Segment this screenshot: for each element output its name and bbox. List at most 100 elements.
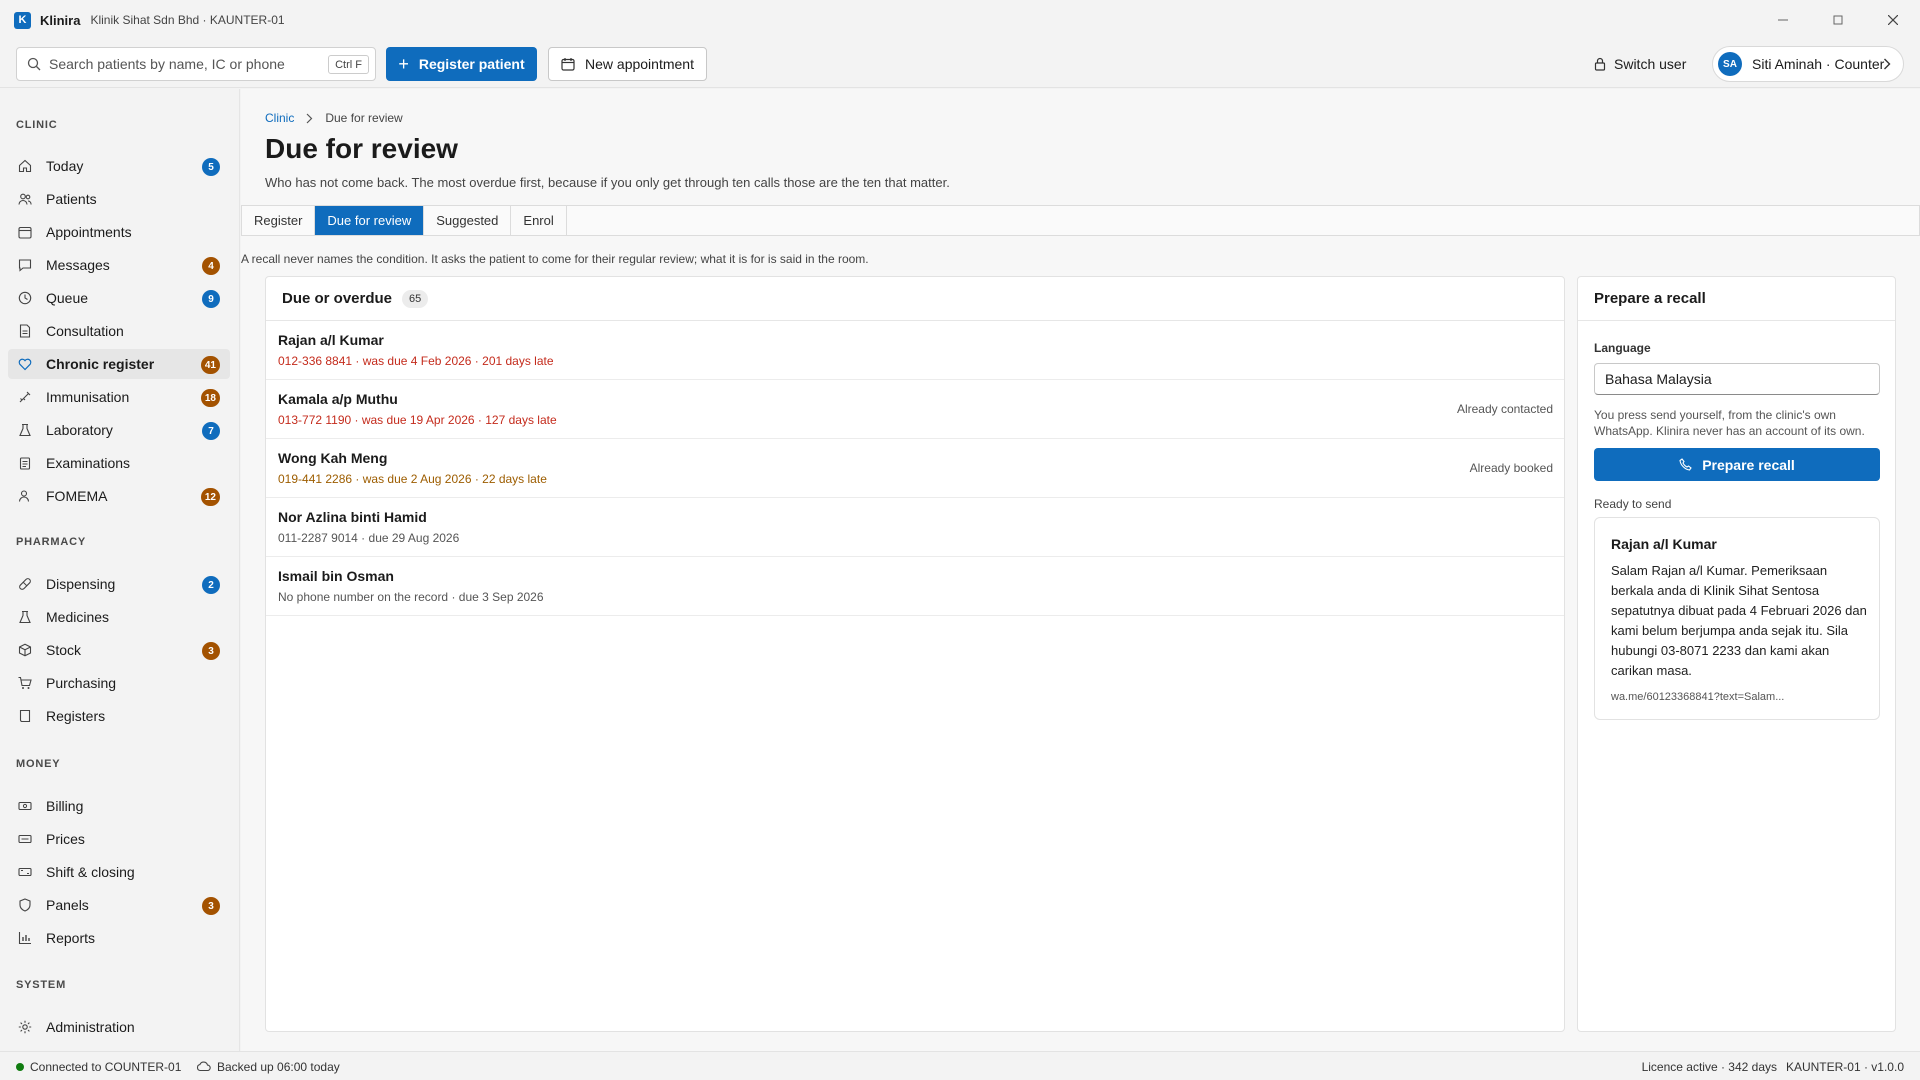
message-preview: Rajan a/l Kumar Salam Rajan a/l Kumar. P… [1594,517,1880,720]
avatar: SA [1718,52,1742,76]
sidebar-item-appointments[interactable]: Appointments [8,217,230,247]
sidebar-item-billing[interactable]: Billing [8,791,230,821]
minimize-button[interactable] [1755,0,1810,40]
prepare-recall-button[interactable]: Prepare recall [1594,448,1880,481]
document-icon [19,324,31,338]
tab-register[interactable]: Register [242,206,316,235]
patient-row[interactable]: Ismail bin Osman No phone number on the … [266,557,1564,616]
sidebar-item-consultation[interactable]: Consultation [8,316,230,346]
sidebar-item-label: Stock [46,642,82,658]
patient-name: Wong Kah Meng [278,450,388,466]
version-info: KAUNTER-01 · v1.0.0 [1785,1060,1904,1074]
due-count-badge: 65 [402,289,429,308]
contact-status: Already contacted [1456,402,1553,416]
contact-status: Already booked [1469,461,1553,475]
sidebar-item-messages[interactable]: Messages 4 [8,250,230,280]
sidebar-item-registers[interactable]: Registers [8,701,230,731]
sidebar-item-label: Chronic register [46,356,155,372]
language-value: Bahasa Malaysia [1605,371,1712,387]
sidebar-item-today[interactable]: Today 5 [8,151,230,181]
sidebar-item-administration[interactable]: Administration [8,1012,230,1042]
sidebar-item-patients[interactable]: Patients [8,184,230,214]
sidebar-item-label: Examinations [46,455,131,471]
switch-user-button[interactable]: Switch user [1594,47,1686,81]
sidebar-item-shift-closing[interactable]: Shift & closing [8,857,230,887]
sidebar-item-label: Laboratory [46,422,113,438]
patient-row[interactable]: Kamala a/p Muthu 013-772 1190 · was due … [266,380,1564,439]
gear-icon [18,1020,32,1034]
due-list-header: Due or overdue 65 [266,277,1564,321]
sidebar-item-chronic-register[interactable]: Chronic register 41 [8,349,230,379]
section-title-pharmacy: PHARMACY [16,536,86,548]
preview-recipient: Rajan a/l Kumar [1611,536,1717,552]
sidebar-item-panels[interactable]: Panels 3 [8,890,230,920]
count-badge: 5 [202,158,220,176]
sidebar-item-immunisation[interactable]: Immunisation 18 [8,382,230,412]
language-select[interactable]: Bahasa Malaysia [1594,363,1880,395]
whatsapp-link[interactable]: wa.me/60123368841?text=Salam... [1611,691,1784,703]
patient-due-info: 013-772 1190 · was due 19 Apr 2026 · 127… [278,413,557,427]
patient-row[interactable]: Wong Kah Meng 019-441 2286 · was due 2 A… [266,439,1564,498]
search-input[interactable] [49,56,319,72]
due-list-card: Due or overdue 65 Rajan a/l Kumar 012-33… [265,276,1565,1032]
main-content: Clinic Due for review Due for review Who… [241,89,1920,1051]
tab-due-for-review[interactable]: Due for review [315,206,425,235]
cloud-icon [196,1061,211,1072]
register-patient-label: Register patient [418,56,525,72]
backup-status: Backed up 06:00 today [217,1060,340,1074]
sidebar-item-fomema[interactable]: FOMEMA 12 [8,481,230,511]
sidebar-item-label: Immunisation [46,389,130,405]
chevron-right-icon [306,113,313,123]
sidebar-item-examinations[interactable]: Examinations [8,448,230,478]
sidebar-item-queue[interactable]: Queue 9 [8,283,230,313]
sidebar-item-dispensing[interactable]: Dispensing 2 [8,569,230,599]
patient-name: Nor Azlina binti Hamid [278,509,427,525]
patient-due-info: 012-336 8841 · was due 4 Feb 2026 · 201 … [278,354,554,368]
sidebar-item-purchasing[interactable]: Purchasing [8,668,230,698]
search-box[interactable]: Ctrl F [16,47,376,81]
breadcrumb: Clinic Due for review [265,111,403,125]
new-appointment-button[interactable]: New appointment [548,47,707,81]
window-controls [1755,0,1920,40]
sidebar-item-stock[interactable]: Stock 3 [8,635,230,665]
licence-status: Licence active · 342 days [1641,1060,1777,1074]
tab-enrol[interactable]: Enrol [511,206,567,235]
maximize-button[interactable] [1810,0,1865,40]
title-bar: K Klinira Klinik Sihat Sdn Bhd · KAUNTER… [0,0,1920,40]
sidebar-item-label: Patients [46,191,97,207]
preview-message: Salam Rajan a/l Kumar. Pemeriksaan berka… [1611,563,1867,678]
sidebar-item-label: Billing [46,798,84,814]
clock-icon [18,291,32,305]
app-logo: K [14,11,31,29]
close-button[interactable] [1865,0,1920,40]
sidebar-item-medicines[interactable]: Medicines [8,602,230,632]
user-menu[interactable]: SA Siti Aminah · Counter [1712,46,1904,82]
section-title-money: MONEY [16,758,61,770]
people-icon [18,193,32,205]
patient-name: Rajan a/l Kumar [278,332,384,348]
sidebar-item-label: Today [46,158,84,174]
recall-panel: Prepare a recall Language Bahasa Malaysi… [1577,276,1896,1032]
message-icon [18,259,32,272]
breadcrumb-clinic-link[interactable]: Clinic [265,111,294,125]
pill-icon [19,578,31,590]
heart-icon [18,358,32,371]
count-badge: 7 [202,422,220,440]
patient-due-info: 019-441 2286 · was due 2 Aug 2026 · 22 d… [278,472,547,486]
recall-panel-header: Prepare a recall [1578,277,1895,321]
sidebar-item-reports[interactable]: Reports [8,923,230,953]
sidebar-item-label: Shift & closing [46,864,135,880]
register-patient-button[interactable]: + Register patient [386,47,537,81]
sidebar-item-prices[interactable]: Prices [8,824,230,854]
user-name: Siti Aminah · Counter [1752,56,1885,72]
clipboard-icon [19,457,31,470]
sidebar-item-label: Consultation [46,323,124,339]
patient-row[interactable]: Rajan a/l Kumar 012-336 8841 · was due 4… [266,321,1564,380]
plus-icon: + [398,53,409,74]
sidebar-item-laboratory[interactable]: Laboratory 7 [8,415,230,445]
page-subtitle: Who has not come back. The most overdue … [265,175,950,190]
patient-row[interactable]: Nor Azlina binti Hamid 011-2287 9014 · d… [266,498,1564,557]
tab-suggested[interactable]: Suggested [424,206,512,235]
calendar-icon [18,226,32,239]
count-badge: 12 [200,488,220,506]
